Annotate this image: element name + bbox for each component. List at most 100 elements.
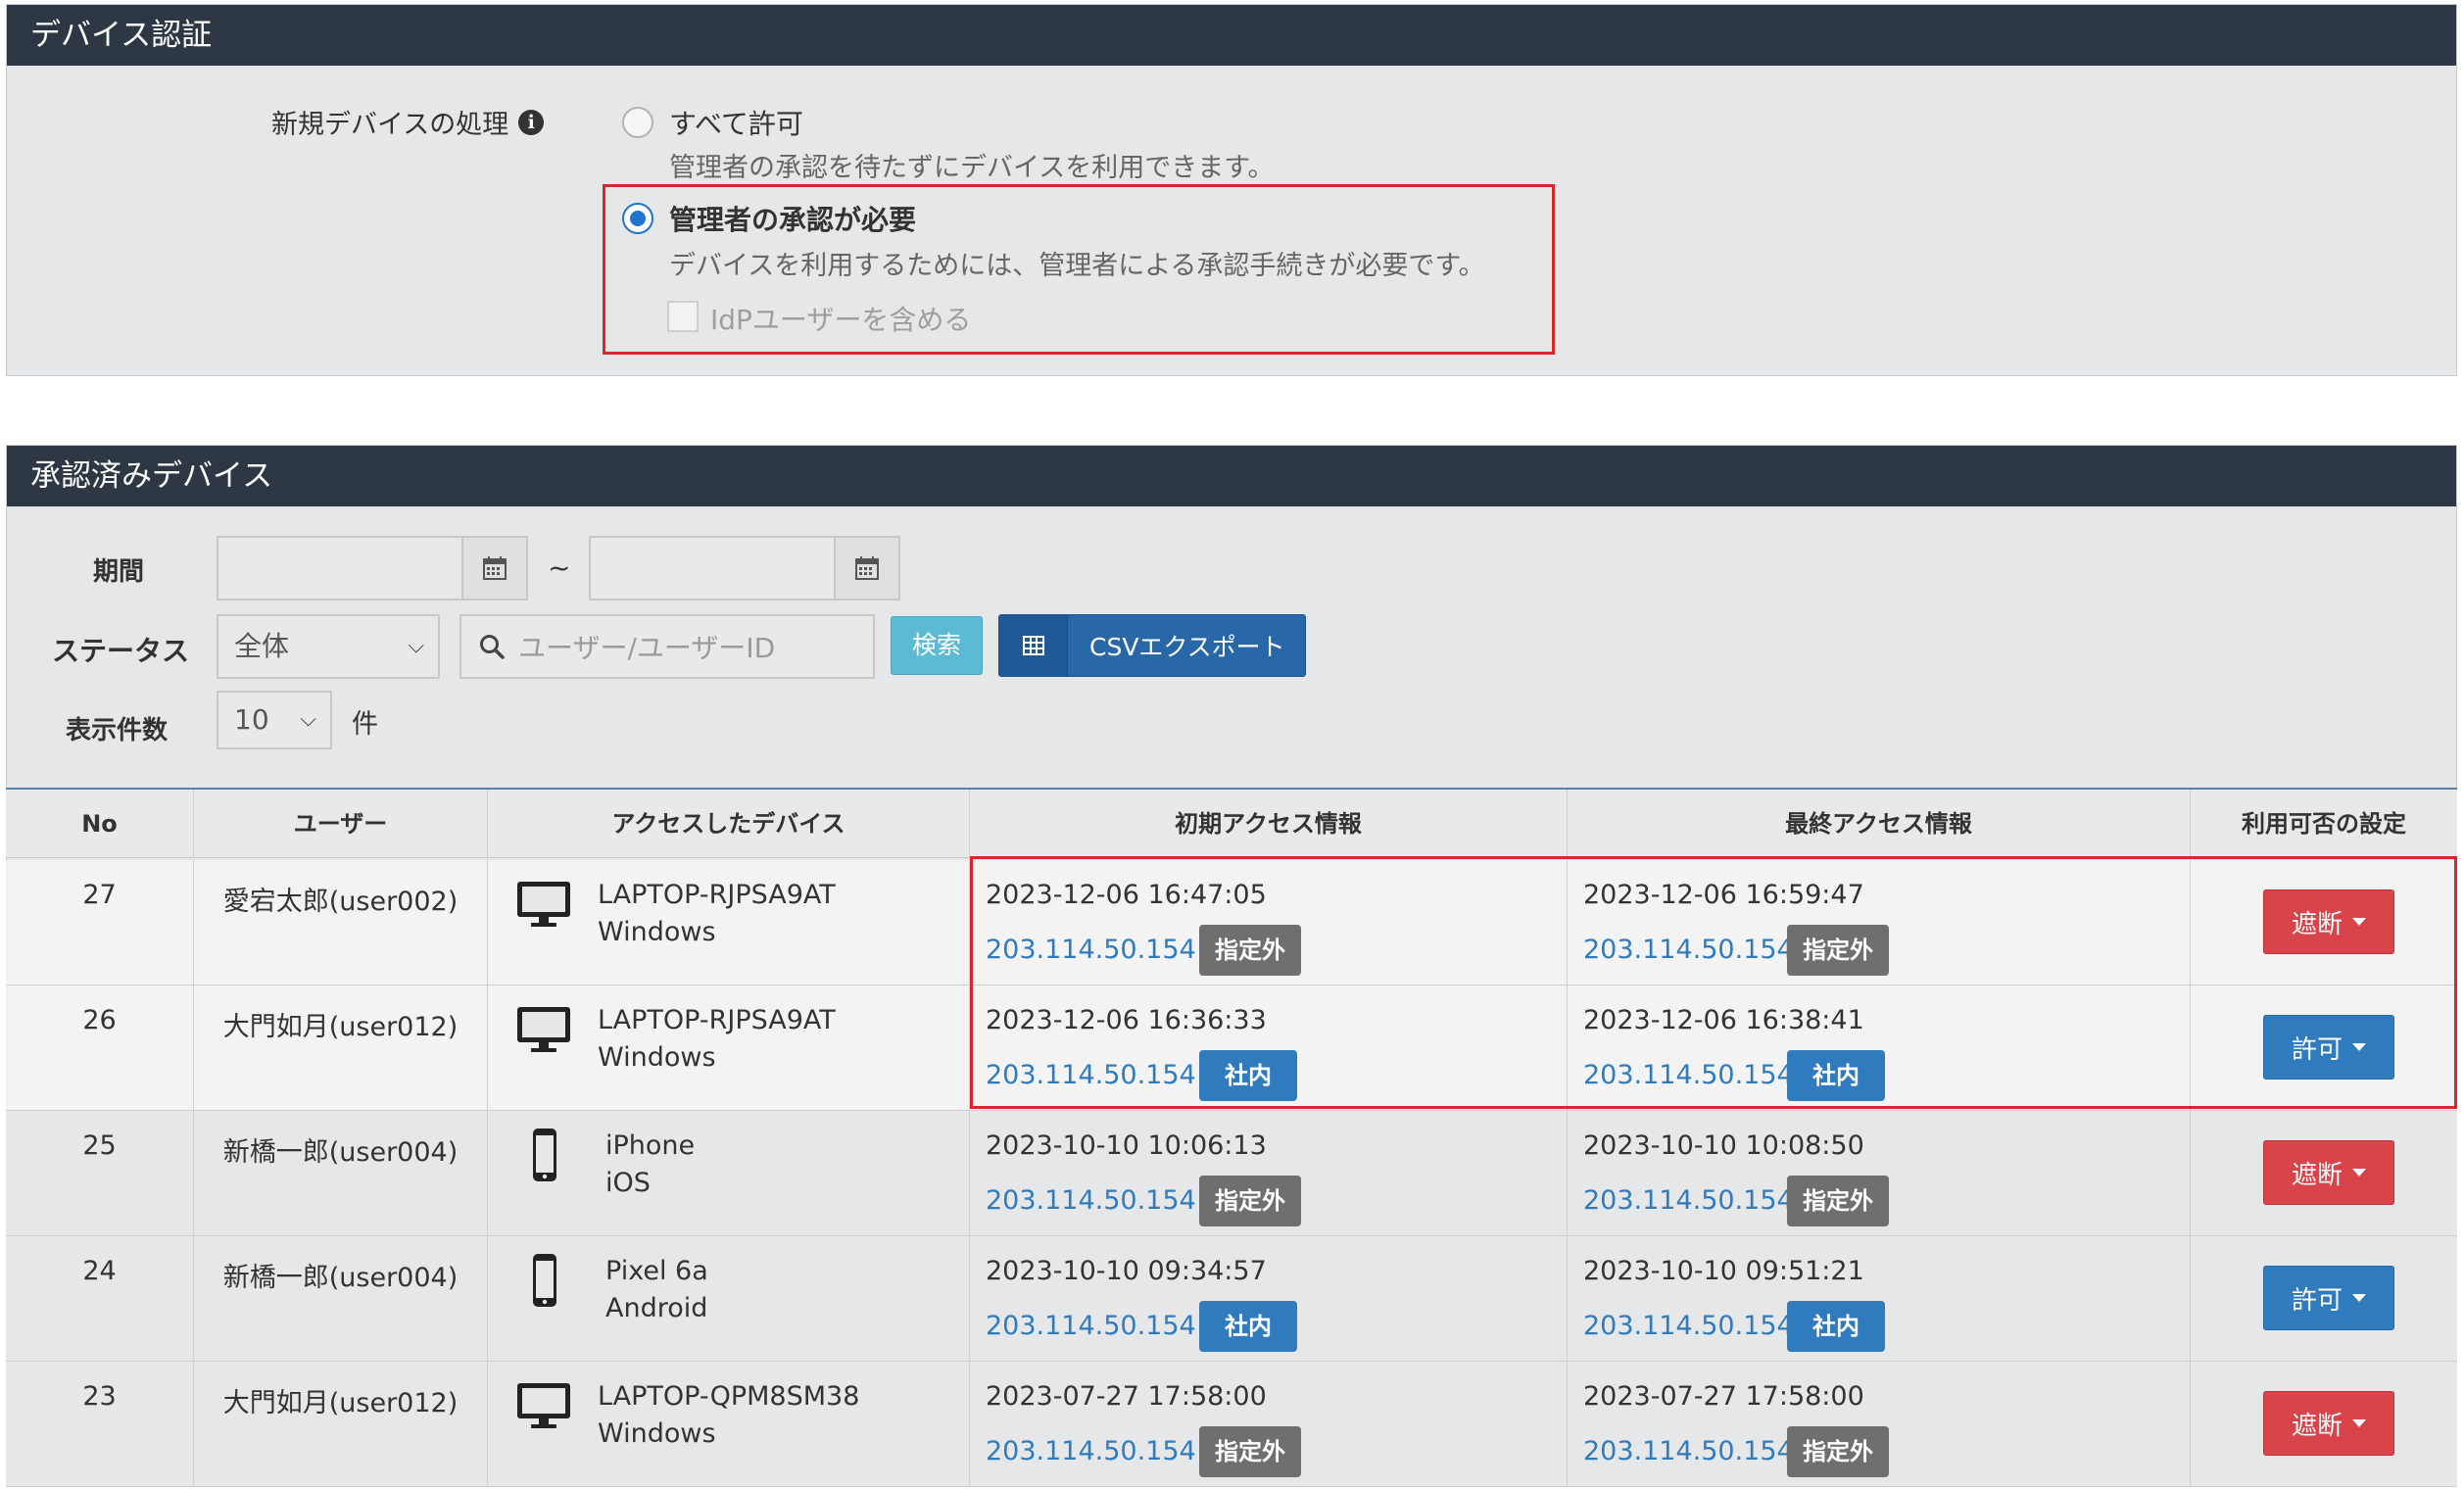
last-access-badge: 指定外 (1787, 1426, 1889, 1477)
device-os: Android (605, 1293, 708, 1323)
count-unit: 件 (352, 709, 378, 740)
desktop-icon (515, 1005, 572, 1061)
row-user: 大門如月(user012) (222, 1012, 459, 1042)
access-setting-dropdown[interactable]: 遮断 (2263, 1391, 2394, 1456)
period-start-input[interactable] (217, 536, 469, 600)
last-access-badge: 社内 (1787, 1301, 1885, 1352)
last-access-time: 2023-12-06 16:38:41 (1583, 1005, 1864, 1035)
first-access-time: 2023-10-10 09:34:57 (986, 1256, 1267, 1286)
user-search-input[interactable]: ユーザー/ユーザーID (459, 614, 875, 679)
radio-allow-all[interactable] (622, 107, 653, 138)
phone-icon (515, 1252, 572, 1316)
caret-down-icon (2352, 1294, 2366, 1302)
row-no: 25 (82, 1130, 117, 1161)
row-no: 24 (82, 1256, 117, 1286)
row-no: 27 (82, 880, 117, 910)
device-os: Windows (598, 1042, 716, 1073)
caret-down-icon (2352, 1169, 2366, 1177)
device-os: Windows (598, 1418, 716, 1449)
first-access-ip-link[interactable]: 203.114.50.154 (986, 1311, 1196, 1341)
access-setting-dropdown[interactable]: 遮断 (2263, 1140, 2394, 1205)
last-access-ip-link[interactable]: 203.114.50.154 (1583, 1436, 1794, 1466)
desktop-icon (515, 1381, 572, 1437)
header-user: ユーザー (194, 790, 488, 858)
phone-icon (515, 1127, 572, 1190)
header-no: No (6, 790, 194, 858)
table-row: 27 愛宕太郎(user002) LAPTOP-RJPSA9AT Windows… (6, 860, 2457, 985)
first-access-time: 2023-10-10 10:06:13 (986, 1130, 1267, 1161)
period-separator: ~ (548, 552, 571, 584)
last-access-time: 2023-10-10 09:51:21 (1583, 1256, 1864, 1286)
first-access-time: 2023-07-27 17:58:00 (986, 1381, 1267, 1412)
chevron-down-icon: ⌵ (408, 634, 424, 658)
last-access-badge: 指定外 (1787, 925, 1889, 976)
device-name: LAPTOP-QPM8SM38 (598, 1381, 860, 1412)
row-no: 23 (82, 1381, 117, 1412)
approval-option-highlight (603, 184, 1555, 355)
first-access-badge: 指定外 (1199, 1426, 1301, 1477)
access-setting-dropdown[interactable]: 許可 (2263, 1015, 2394, 1080)
calendar-start-icon[interactable] (461, 536, 528, 600)
table-row: 26 大門如月(user012) LAPTOP-RJPSA9AT Windows… (6, 985, 2457, 1111)
last-access-badge: 社内 (1787, 1050, 1885, 1101)
search-button[interactable]: 検索 (891, 616, 983, 675)
row-user: 大門如月(user012) (222, 1388, 459, 1418)
caret-down-icon (2352, 918, 2366, 926)
row-user: 新橋一郎(user004) (222, 1137, 459, 1168)
header-device: アクセスしたデバイス (488, 790, 970, 858)
table-header: No ユーザー アクセスしたデバイス 初期アクセス情報 最終アクセス情報 利用可… (6, 790, 2457, 858)
approved-devices-title: 承認済みデバイス (7, 446, 2456, 506)
first-access-ip-link[interactable]: 203.114.50.154 (986, 935, 1196, 965)
first-access-ip-link[interactable]: 203.114.50.154 (986, 1436, 1196, 1466)
desktop-icon (515, 880, 572, 936)
last-access-ip-link[interactable]: 203.114.50.154 (1583, 1311, 1794, 1341)
option-allow-all-label: すべて許可 (669, 108, 803, 140)
caret-down-icon (2352, 1043, 2366, 1051)
period-end-input[interactable] (589, 536, 842, 600)
header-last-access: 最終アクセス情報 (1568, 790, 2191, 858)
header-setting: 利用可否の設定 (2242, 810, 2406, 838)
count-label: 表示件数 (66, 716, 169, 745)
row-user: 新橋一郎(user004) (222, 1263, 459, 1293)
status-label: ステータス (52, 635, 190, 667)
first-access-badge: 指定外 (1199, 925, 1301, 976)
table-row: 23 大門如月(user012) LAPTOP-QPM8SM38 Windows… (6, 1362, 2457, 1487)
chevron-down-icon: ⌵ (300, 707, 316, 732)
first-access-ip-link[interactable]: 203.114.50.154 (986, 1185, 1196, 1216)
device-name: LAPTOP-RJPSA9AT (598, 880, 836, 910)
header-first-access: 初期アクセス情報 (970, 790, 1568, 858)
first-access-badge: 社内 (1199, 1050, 1297, 1101)
access-setting-dropdown[interactable]: 遮断 (2263, 889, 2394, 954)
status-select[interactable]: 全体 ⌵ (217, 614, 440, 679)
search-icon (480, 635, 505, 659)
last-access-time: 2023-12-06 16:59:47 (1583, 880, 1864, 910)
csv-export-button[interactable]: CSVエクスポート (998, 614, 1306, 677)
first-access-badge: 社内 (1199, 1301, 1297, 1352)
first-access-ip-link[interactable]: 203.114.50.154 (986, 1060, 1196, 1090)
device-auth-title: デバイス認証 (7, 5, 2456, 66)
row-no: 26 (82, 1005, 117, 1035)
info-icon[interactable]: i (518, 109, 545, 135)
first-access-time: 2023-12-06 16:47:05 (986, 880, 1267, 910)
table-icon (999, 615, 1068, 676)
device-name: iPhone (605, 1130, 696, 1161)
row-user: 愛宕太郎(user002) (222, 887, 459, 917)
new-device-setting-label: 新規デバイスの処理 i (271, 103, 545, 141)
last-access-time: 2023-07-27 17:58:00 (1583, 1381, 1864, 1412)
first-access-badge: 指定外 (1199, 1176, 1301, 1226)
calendar-end-icon[interactable] (834, 536, 900, 600)
last-access-badge: 指定外 (1787, 1176, 1889, 1226)
last-access-time: 2023-10-10 10:08:50 (1583, 1130, 1864, 1161)
count-select[interactable]: 10 ⌵ (217, 691, 332, 749)
last-access-ip-link[interactable]: 203.114.50.154 (1583, 935, 1794, 965)
caret-down-icon (2352, 1419, 2366, 1427)
device-os: Windows (598, 917, 716, 947)
last-access-ip-link[interactable]: 203.114.50.154 (1583, 1185, 1794, 1216)
device-name: LAPTOP-RJPSA9AT (598, 1005, 836, 1035)
period-label: 期間 (93, 557, 145, 587)
approved-devices-table: No ユーザー アクセスしたデバイス 初期アクセス情報 最終アクセス情報 利用可… (6, 788, 2457, 1487)
first-access-time: 2023-12-06 16:36:33 (986, 1005, 1267, 1035)
device-name: Pixel 6a (605, 1256, 708, 1286)
last-access-ip-link[interactable]: 203.114.50.154 (1583, 1060, 1794, 1090)
access-setting-dropdown[interactable]: 許可 (2263, 1266, 2394, 1330)
